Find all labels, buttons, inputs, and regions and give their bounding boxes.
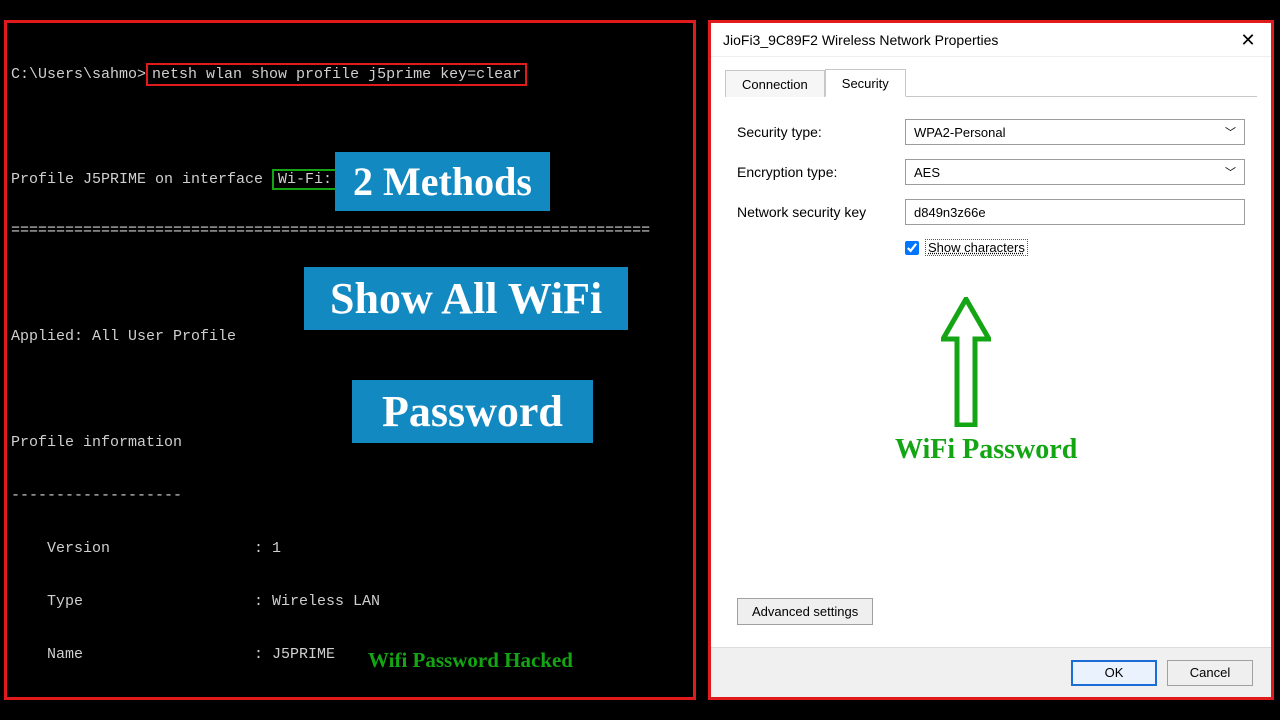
callout-show-all-wifi: Show All WiFi xyxy=(304,267,628,330)
kv-control: Control options : xyxy=(7,699,693,700)
applied-line: Applied: All User Profile xyxy=(7,328,693,347)
network-security-key-input[interactable]: d849n3z66e xyxy=(905,199,1245,225)
ok-button[interactable]: OK xyxy=(1071,660,1157,686)
label-security-type: Security type: xyxy=(737,124,905,140)
network-key-value: d849n3z66e xyxy=(914,205,986,220)
advanced-settings-button[interactable]: Advanced settings xyxy=(737,598,873,625)
chevron-down-icon: ﹀ xyxy=(1225,124,1236,140)
netsh-command-highlight: netsh wlan show profile j5prime key=clea… xyxy=(146,63,527,86)
command-prompt-window: C:\Users\sahmo>netsh wlan show profile j… xyxy=(4,20,696,700)
close-icon[interactable]: ✕ xyxy=(1233,23,1263,57)
cmd-prompt-line: C:\Users\sahmo>netsh wlan show profile j… xyxy=(7,63,693,82)
wifi-password-hacked-label: Wifi Password Hacked xyxy=(368,648,573,673)
interface-name-highlight: Wi-Fi: xyxy=(272,169,338,190)
callout-password: Password xyxy=(352,380,593,443)
encryption-type-combobox[interactable]: AES ﹀ xyxy=(905,159,1245,185)
encryption-type-value: AES xyxy=(914,165,940,180)
chevron-down-icon: ﹀ xyxy=(1225,164,1236,180)
label-network-key: Network security key xyxy=(737,204,905,220)
show-characters-checkbox[interactable] xyxy=(905,241,919,255)
arrow-up-icon xyxy=(941,297,991,427)
prompt-path: C:\Users\sahmo> xyxy=(11,66,146,83)
kv-version: Version : 1 xyxy=(7,540,693,559)
show-characters-label[interactable]: Show characters xyxy=(925,239,1028,256)
dialog-footer: OK Cancel xyxy=(711,647,1271,697)
security-type-value: WPA2-Personal xyxy=(914,125,1006,140)
security-type-combobox[interactable]: WPA2-Personal ﹀ xyxy=(905,119,1245,145)
dialog-titlebar[interactable]: JioFi3_9C89F2 Wireless Network Propertie… xyxy=(711,23,1271,57)
dialog-title: JioFi3_9C89F2 Wireless Network Propertie… xyxy=(723,23,998,57)
tab-strip: Connection Security xyxy=(725,67,1257,97)
wireless-network-properties-dialog: JioFi3_9C89F2 Wireless Network Propertie… xyxy=(708,20,1274,700)
kv-type: Type : Wireless LAN xyxy=(7,593,693,612)
tab-security[interactable]: Security xyxy=(825,69,906,97)
label-encryption-type: Encryption type: xyxy=(737,164,905,180)
wifi-password-label: WiFi Password xyxy=(895,434,1077,466)
cancel-button[interactable]: Cancel xyxy=(1167,660,1253,686)
tab-connection[interactable]: Connection xyxy=(725,70,825,97)
kv-name: Name : J5PRIME xyxy=(7,646,693,665)
callout-2-methods: 2 Methods xyxy=(335,152,550,211)
